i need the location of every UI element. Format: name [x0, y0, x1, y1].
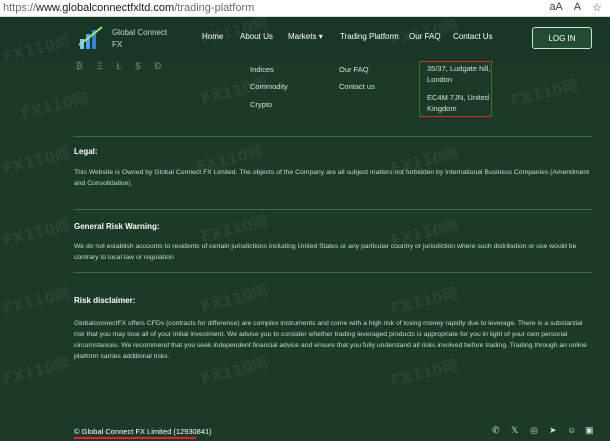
litecoin-icon: Ł: [116, 61, 122, 71]
ethereum-icon: Ξ: [96, 61, 103, 71]
logo-line2: FX: [112, 40, 123, 49]
address-line-2a: EC4M 7JN, United: [427, 93, 490, 102]
address-line-2b: Kingdom: [427, 104, 457, 113]
address-line-1b: London: [427, 75, 453, 84]
instagram-icon[interactable]: ◎: [530, 425, 538, 436]
logo-text[interactable]: Global Connect FX: [112, 27, 167, 51]
telegram-icon[interactable]: ✆: [492, 425, 500, 436]
footer-link-crypto[interactable]: Crypto: [250, 100, 272, 109]
url-path: /trading-platform: [174, 2, 255, 14]
reader-mode-icon[interactable]: aA: [549, 1, 562, 14]
login-button[interactable]: LOG IN: [532, 27, 592, 49]
dogecoin-icon: Đ: [154, 61, 162, 71]
bitcoin-icon: ₿: [76, 61, 83, 71]
address-line-1a: 35/37, Ludgate hill,: [427, 64, 491, 73]
chevron-down-icon: ▾: [318, 32, 323, 41]
crypto-icons: ₿ Ξ Ł $ Đ: [76, 61, 161, 71]
legal-title: Legal:: [74, 147, 98, 156]
footer-content: ₿ Ξ Ł $ Đ Indices Commodity Crypto Our F…: [0, 61, 610, 441]
risk-disclaimer-title: Risk disclaimer:: [74, 296, 136, 305]
footer-link-commodity[interactable]: Commodity: [250, 82, 288, 91]
favorite-star-icon[interactable]: ☆: [592, 1, 602, 14]
legal-text: This Website is Owned by Global Connect …: [74, 169, 590, 187]
nav-markets[interactable]: Markets ▾: [288, 32, 323, 41]
risk-warning-text: We do not establish accounts to resident…: [74, 243, 577, 261]
footer-link-contact-us[interactable]: Contact us: [339, 82, 375, 91]
copyright-highlight-underline: [74, 437, 196, 439]
url-scheme: https://: [3, 2, 37, 14]
nav-about-us[interactable]: About Us: [240, 32, 273, 41]
footer-link-indices[interactable]: Indices: [250, 65, 274, 74]
nav-markets-label: Markets: [288, 32, 317, 41]
nav-trading-platform[interactable]: Trading Platform: [340, 32, 399, 41]
divider: [74, 272, 592, 273]
url-host: www.globalconnectfxltd.com: [36, 2, 175, 14]
address-line-1: 35/37, Ludgate hill, London: [427, 63, 490, 85]
logo-icon[interactable]: [78, 25, 104, 51]
risk-warning-title: General Risk Warning:: [74, 222, 160, 231]
dollar-coin-icon: $: [135, 61, 141, 71]
nav-our-faq[interactable]: Our FAQ: [409, 32, 441, 41]
youtube-icon[interactable]: ▣: [585, 425, 594, 436]
divider: [74, 136, 592, 137]
risk-disclaimer-text: GlobalconnectFX offers CFDs (contracts f…: [74, 320, 587, 360]
read-aloud-icon[interactable]: A: [574, 1, 581, 14]
browser-address-bar[interactable]: https://www.globalconnectfxltd.com/tradi…: [0, 0, 610, 17]
address-line-2: EC4M 7JN, United Kingdom: [427, 92, 489, 114]
url-text[interactable]: https://www.globalconnectfxltd.com/tradi…: [3, 2, 254, 14]
logo-line1: Global Connect: [112, 28, 168, 37]
copyright-text: © Global Connect FX Limited (12930841): [74, 427, 212, 436]
divider: [74, 209, 592, 210]
site-header: Global Connect FX Home About Us Markets …: [0, 17, 610, 61]
send-icon[interactable]: ➤: [549, 425, 557, 436]
footer-link-our-faq[interactable]: Our FAQ: [339, 65, 369, 74]
nav-home[interactable]: Home: [202, 32, 223, 41]
nav-contact-us[interactable]: Contact Us: [453, 32, 493, 41]
x-twitter-icon[interactable]: 𝕏: [511, 425, 518, 436]
discord-icon[interactable]: ☺: [567, 425, 576, 435]
